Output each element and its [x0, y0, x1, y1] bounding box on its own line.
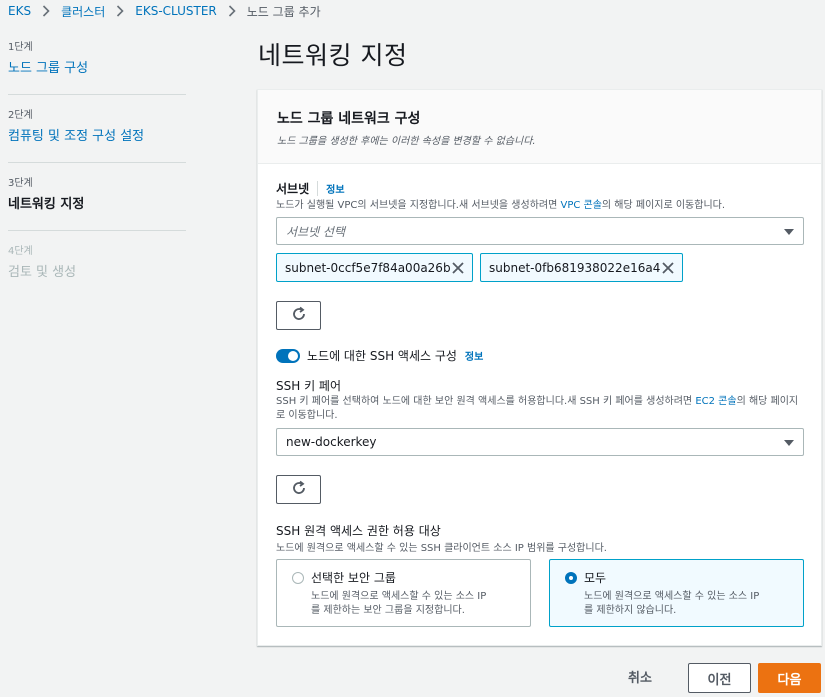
option-desc-line: 를 제한하는 보안 그룹을 지정합니다.	[311, 605, 465, 616]
step-4: 4단계 검토 및 생성	[8, 242, 186, 299]
page-title: 네트워킹 지정	[258, 41, 408, 70]
subnet-select[interactable]: 서브넷 선택	[276, 217, 804, 245]
refresh-icon	[291, 480, 307, 500]
ssh-toggle-label: 노드에 대한 SSH 액세스 구성	[307, 349, 457, 363]
breadcrumb-cluster-name[interactable]: EKS-CLUSTER	[135, 4, 217, 18]
caret-down-icon	[784, 440, 794, 446]
ec2-console-link[interactable]: EC2 콘솔	[695, 396, 736, 407]
caret-down-icon	[784, 229, 794, 235]
subnet-label: 서브넷	[276, 182, 310, 196]
step-name[interactable]: 노드 그룹 구성	[8, 57, 186, 76]
panel-title: 노드 그룹 네트워크 구성	[277, 111, 421, 127]
option-desc-line: 노드에 원격으로 액세스할 수 있는 소스 IP	[584, 591, 760, 602]
panel-description: 노드 그룹을 생성한 후에는 이러한 속성을 변경할 수 없습니다.	[277, 136, 536, 147]
radio-button[interactable]	[292, 572, 304, 584]
subnet-desc-text-end: 의 해당 페이지로 이동합니다.	[601, 200, 726, 211]
subnet-info-link[interactable]: 정보	[317, 181, 345, 196]
ssh-key-label: SSH 키 페어	[276, 379, 342, 393]
panel-header: 노드 그룹 네트워크 구성 노드 그룹을 생성한 후에는 이러한 속성을 변경할…	[258, 90, 821, 164]
ssh-source-option-security-group[interactable]: 선택한 보안 그룹 노드에 원격으로 액세스할 수 있는 소스 IP 를 제한하…	[276, 559, 531, 627]
cancel-button[interactable]: 취소	[628, 667, 652, 686]
option-description: 노드에 원격으로 액세스할 수 있는 소스 IP 를 제한하지 않습니다.	[584, 590, 803, 618]
ssh-source-description: 노드에 원격으로 액세스할 수 있는 SSH 클라이언트 소스 IP 범위를 구…	[276, 543, 607, 554]
ssh-key-value: new-dockerkey	[286, 435, 377, 449]
subnet-placeholder: 서브넷 선택	[286, 224, 346, 239]
ssh-access-toggle[interactable]	[276, 348, 300, 363]
ssh-info-link[interactable]: 정보	[465, 348, 483, 363]
ssh-key-description: SSH 키 페어를 선택하여 노드에 대한 보안 원격 액세스를 허용합니다.새…	[276, 395, 806, 423]
option-description: 노드에 원격으로 액세스할 수 있는 소스 IP 를 제한하는 보안 그룹을 지…	[311, 590, 530, 618]
breadcrumb-current: 노드 그룹 추가	[246, 4, 321, 19]
network-config-panel: 노드 그룹 네트워크 구성 노드 그룹을 생성한 후에는 이러한 속성을 변경할…	[257, 89, 822, 646]
option-title: 선택한 보안 그룹	[311, 571, 396, 585]
option-desc-line: 노드에 원격으로 액세스할 수 있는 소스 IP	[311, 591, 487, 602]
wizard-steps: 1단계 노드 그룹 구성 2단계 컴퓨팅 및 조정 구성 설정 3단계 네트워킹…	[8, 38, 186, 310]
next-button[interactable]: 다음	[758, 663, 821, 693]
step-number: 1단계	[8, 42, 33, 53]
subnet-token: subnet-0fb681938022e16a4	[480, 253, 683, 282]
subnet-description: 노드가 실행될 VPC의 서브넷을 지정합니다.새 서브넷을 생성하려면 VPC…	[276, 199, 806, 213]
step-name[interactable]: 컴퓨팅 및 조정 구성 설정	[8, 125, 186, 144]
ssh-key-refresh-button[interactable]	[276, 475, 321, 504]
step-3: 3단계 네트워킹 지정	[8, 174, 186, 231]
ssh-key-select[interactable]: new-dockerkey	[276, 428, 804, 456]
previous-button[interactable]: 이전	[688, 663, 751, 693]
option-title: 모두	[584, 571, 607, 585]
step-number: 2단계	[8, 110, 33, 121]
radio-button-selected[interactable]	[565, 572, 577, 584]
ssh-source-option-all[interactable]: 모두 노드에 원격으로 액세스할 수 있는 소스 IP 를 제한하지 않습니다.	[549, 559, 804, 627]
subnet-token: subnet-0ccf5e7f84a00a26b	[276, 253, 473, 282]
step-2[interactable]: 2단계 컴퓨팅 및 조정 구성 설정	[8, 106, 186, 163]
option-desc-line: 를 제한하지 않습니다.	[584, 605, 677, 616]
step-number: 4단계	[8, 246, 33, 257]
breadcrumb: EKS 클러스터 EKS-CLUSTER 노드 그룹 추가	[8, 2, 321, 20]
close-icon[interactable]	[451, 261, 465, 275]
subnet-token-label: subnet-0fb681938022e16a4	[489, 260, 661, 275]
ssh-toggle-row: 노드에 대한 SSH 액세스 구성 정보	[276, 347, 483, 364]
vpc-console-link[interactable]: VPC 콘솔	[560, 200, 601, 211]
breadcrumb-clusters[interactable]: 클러스터	[61, 3, 105, 20]
close-icon[interactable]	[661, 261, 675, 275]
subnet-desc-text: 노드가 실행될 VPC의 서브넷을 지정합니다.새 서브넷을 생성하려면	[276, 200, 561, 211]
breadcrumb-eks[interactable]: EKS	[8, 4, 31, 18]
subnet-token-label: subnet-0ccf5e7f84a00a26b	[285, 260, 451, 275]
chevron-right-icon	[111, 2, 129, 20]
refresh-icon	[291, 306, 307, 326]
step-name: 네트워킹 지정	[8, 197, 85, 212]
subnet-refresh-button[interactable]	[276, 301, 321, 330]
chevron-right-icon	[223, 2, 241, 20]
chevron-right-icon	[37, 2, 55, 20]
ssh-source-label-row: SSH 원격 액세스 권한 허용 대상	[276, 522, 441, 539]
ssh-source-label: SSH 원격 액세스 권한 허용 대상	[276, 524, 441, 538]
subnet-label-row: 서브넷 정보	[276, 180, 345, 197]
ssh-key-desc-text: SSH 키 페어를 선택하여 노드에 대한 보안 원격 액세스를 허용합니다.새…	[276, 396, 696, 407]
ssh-key-label-row: SSH 키 페어	[276, 377, 341, 394]
step-number: 3단계	[8, 178, 33, 189]
step-1[interactable]: 1단계 노드 그룹 구성	[8, 38, 186, 95]
step-name: 검토 및 생성	[8, 265, 77, 280]
